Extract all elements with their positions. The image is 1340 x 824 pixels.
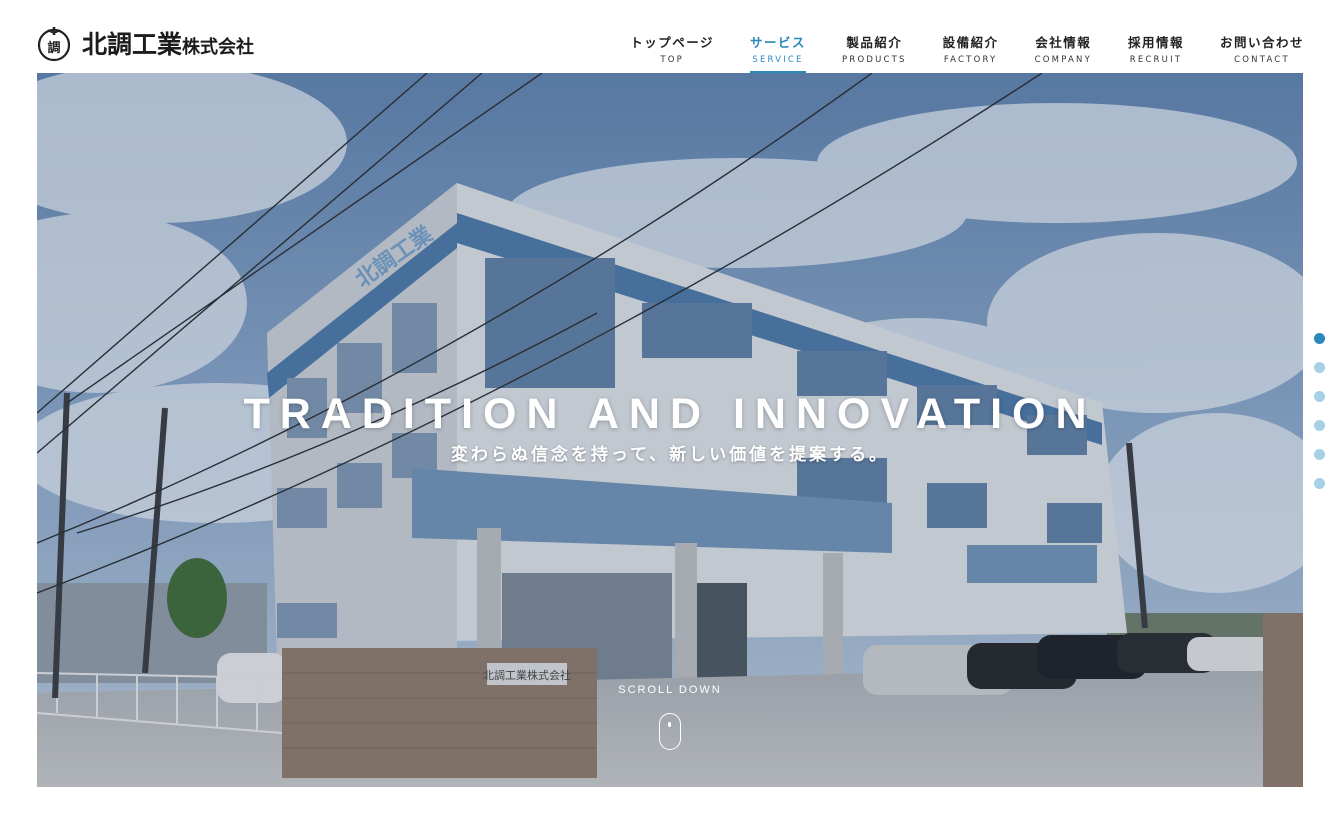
hero-title: TRADITION AND INNOVATION [243, 390, 1097, 438]
nav-item-factory[interactable]: 設備紹介 FACTORY [943, 34, 999, 74]
nav-label-jp: 製品紹介 [846, 35, 903, 50]
nav-item-products[interactable]: 製品紹介 PRODUCTS [842, 34, 907, 74]
site-logo[interactable]: 調 北調工業株式会社 [36, 24, 254, 64]
nav-label-en: SERVICE [752, 55, 804, 65]
pager-dot-6[interactable] [1314, 478, 1325, 489]
pager-dot-4[interactable] [1314, 420, 1325, 431]
nav-item-contact[interactable]: お問い合わせ CONTACT [1220, 34, 1304, 74]
nav-label-en: TOP [660, 55, 684, 65]
slide-pager [1314, 333, 1326, 507]
company-name-suffix: 株式会社 [182, 36, 255, 58]
nav-label-en: RECRUIT [1129, 55, 1183, 65]
hero-slider: 北調工業 北調工業株式会社 TRADITION AND INNOVATION 変… [37, 73, 1303, 787]
nav-label-jp: 採用情報 [1127, 35, 1184, 50]
nav-label-en: COMPANY [1034, 55, 1092, 65]
nav-item-top[interactable]: トップページ TOP [630, 34, 714, 74]
nav-label-jp: 会社情報 [1035, 35, 1092, 50]
pager-dot-3[interactable] [1314, 391, 1325, 402]
nav-label-jp: トップページ [630, 35, 714, 50]
hero-subtitle: 変わらぬ信念を持って、新しい価値を提案する。 [450, 445, 890, 465]
nav-label-jp: お問い合わせ [1219, 35, 1304, 50]
nav-item-service[interactable]: サービス SERVICE [750, 34, 807, 74]
pager-dot-1[interactable] [1314, 333, 1325, 344]
scroll-down-label[interactable]: SCROLL DOWN [37, 683, 1303, 697]
scroll-mouse-icon[interactable] [659, 713, 681, 750]
nav-label-en: FACTORY [943, 55, 998, 65]
pager-dot-5[interactable] [1314, 449, 1325, 460]
company-name-main: 北調工業 [82, 29, 183, 59]
nav-label-jp: 設備紹介 [942, 35, 999, 50]
nav-label-en: PRODUCTS [842, 55, 907, 65]
company-name: 北調工業株式会社 [82, 32, 254, 57]
nav-label-en: CONTACT [1234, 55, 1290, 65]
nav-label-jp: サービス [750, 35, 807, 50]
pager-dot-2[interactable] [1314, 362, 1325, 373]
logo-mark-glyph: 調 [47, 40, 60, 56]
global-nav: トップページ TOP サービス SERVICE 製品紹介 PRODUCTS 設備… [630, 34, 1304, 74]
nav-item-company[interactable]: 会社情報 COMPANY [1035, 34, 1092, 74]
gate-plate: 北調工業株式会社 [483, 668, 571, 682]
nav-item-recruit[interactable]: 採用情報 RECRUIT [1128, 34, 1184, 74]
logo-mark-icon: 調 [37, 27, 71, 62]
